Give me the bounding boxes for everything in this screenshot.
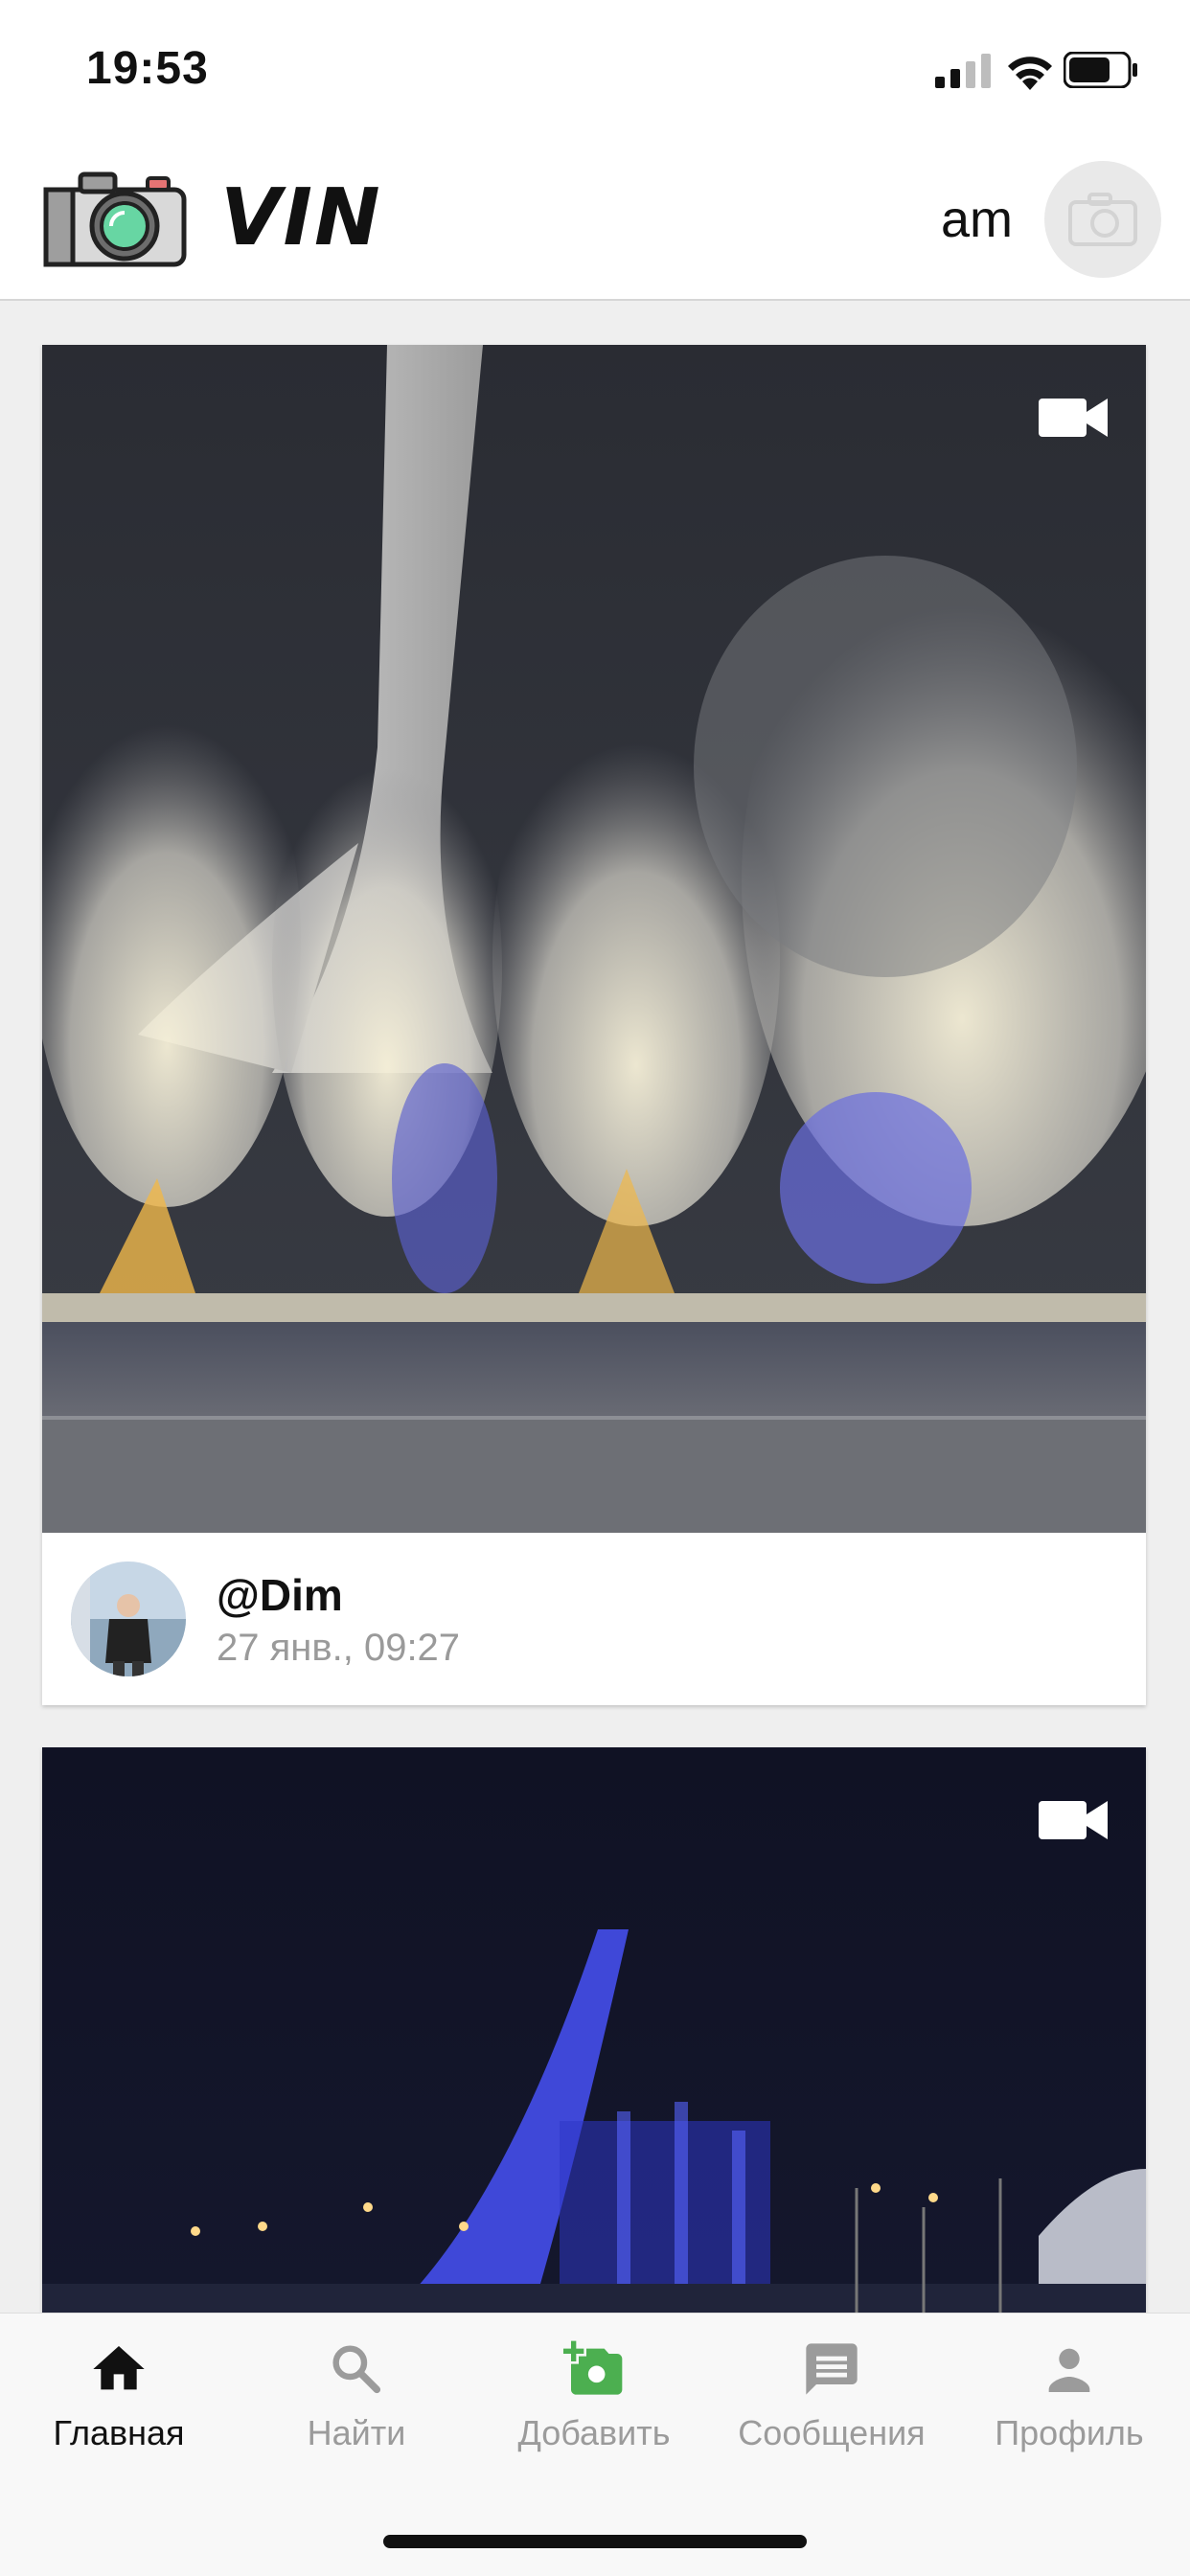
app-title: VIN bbox=[220, 172, 382, 263]
tab-add[interactable]: Добавить bbox=[475, 2338, 713, 2482]
add-photo-icon bbox=[563, 2340, 623, 2395]
person-icon bbox=[1048, 2348, 1090, 2392]
tab-profile[interactable]: Профиль bbox=[950, 2338, 1188, 2482]
wifi-icon bbox=[1008, 57, 1052, 90]
feed[interactable]: @Dim 27 янв., 09:27 bbox=[0, 301, 1190, 2313]
night-tower-image bbox=[42, 1747, 1146, 2313]
profile-avatar-button[interactable] bbox=[1044, 161, 1161, 278]
battery-icon bbox=[1064, 52, 1137, 88]
post-date: 27 янв., 09:27 bbox=[217, 1627, 461, 1669]
author-photo bbox=[71, 1562, 186, 1676]
header-username[interactable]: am bbox=[941, 190, 1013, 249]
video-camera-icon bbox=[1039, 1801, 1108, 1839]
cellular-signal-icon bbox=[935, 54, 991, 88]
tab-label: Главная bbox=[53, 2413, 185, 2452]
app-header: VIN am bbox=[0, 144, 1190, 301]
tab-home[interactable]: Главная bbox=[0, 2338, 238, 2482]
tab-messages[interactable]: Сообщения bbox=[713, 2338, 950, 2482]
video-camera-icon bbox=[1039, 399, 1108, 437]
author-name[interactable]: @Dim bbox=[217, 1569, 343, 1621]
fountain-tower-image bbox=[42, 345, 1146, 1533]
tab-label: Сообщения bbox=[738, 2413, 926, 2452]
post-author-row[interactable]: @Dim 27 янв., 09:27 bbox=[42, 1533, 1146, 1705]
post-card[interactable] bbox=[42, 1747, 1146, 2313]
tab-label: Найти bbox=[307, 2413, 406, 2452]
search-icon bbox=[332, 2345, 381, 2394]
author-avatar[interactable] bbox=[71, 1562, 186, 1676]
message-icon bbox=[806, 2343, 858, 2395]
status-bar: 19:53 bbox=[0, 0, 1190, 144]
post-video-thumbnail[interactable] bbox=[42, 1747, 1146, 2313]
camera-logo-icon bbox=[43, 171, 187, 267]
post-card[interactable]: @Dim 27 янв., 09:27 bbox=[42, 345, 1146, 1705]
home-indicator[interactable] bbox=[383, 2535, 807, 2548]
camera-placeholder-icon bbox=[1068, 193, 1137, 246]
post-video-thumbnail[interactable] bbox=[42, 345, 1146, 1533]
tab-label: Профиль bbox=[995, 2413, 1144, 2452]
tab-search[interactable]: Найти bbox=[238, 2338, 475, 2482]
status-time: 19:53 bbox=[86, 43, 209, 94]
home-icon bbox=[93, 2346, 145, 2390]
tab-label: Добавить bbox=[517, 2413, 671, 2452]
